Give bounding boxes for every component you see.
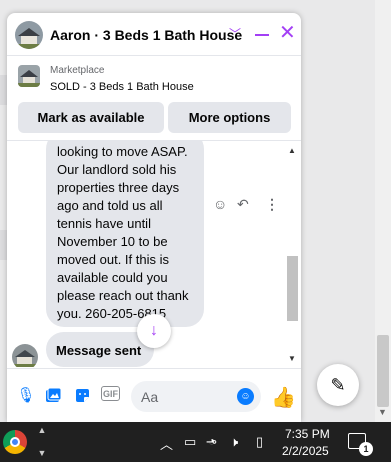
more-options-button[interactable]: More options [168,102,291,133]
listing-thumbnail[interactable] [18,65,40,87]
message-input[interactable]: Aa ☺ [131,381,261,412]
page-scroll-down-icon[interactable]: ▼ [378,407,387,417]
react-icon[interactable]: ☺ [213,196,227,212]
message-line: tennis have until [57,216,151,231]
marketplace-banner: Marketplace SOLD - 3 Beds 1 Bath House M… [7,57,301,139]
taskbar-scroll-up-icon[interactable]: ▲ [36,425,48,435]
speaker-icon[interactable]: 🕨 [230,434,238,450]
message-line: moved out. If this is [57,252,169,267]
close-icon[interactable]: ✕ [279,23,296,43]
chrome-icon[interactable] [3,430,27,454]
message-line: you. 260-205-6815 [57,306,167,321]
minimize-icon[interactable] [255,34,269,36]
clock-date[interactable]: 2/2/2025 [282,444,329,458]
message-bubble[interactable]: looking to move ASAP. Our landlord sold … [46,141,204,327]
marketplace-label: Marketplace [50,65,105,76]
reply-icon[interactable]: ↶ [237,196,249,213]
chat-window: Aaron · 3 Beds 1 Bath House ﹀ ✕ Marketpl… [7,13,301,422]
like-icon[interactable]: 👍 [271,385,296,410]
thread-scrollbar-thumb[interactable] [287,256,298,321]
chat-title[interactable]: Aaron · 3 Beds 1 Bath House [50,27,242,43]
monitor-icon[interactable]: ▭ [184,434,196,450]
message-line: available could you [57,270,168,285]
scroll-down-arrow-icon[interactable]: ▼ [288,354,296,363]
photo-icon[interactable] [44,386,62,404]
sticker-icon[interactable] [73,386,91,404]
message-thread[interactable]: looking to move ASAP. Our landlord sold … [7,140,301,367]
mark-as-available-button[interactable]: Mark as available [18,102,164,133]
chevron-up-icon[interactable]: ︿ [160,434,173,453]
wifi-icon[interactable]: ◔ [208,434,215,448]
scroll-up-icon[interactable]: ▲ [288,146,296,155]
message-line: Our landlord sold his [57,162,177,177]
chevron-down-icon[interactable]: ﹀ [229,25,241,42]
composer: 🎙 GIF Aa ☺ 👍 [7,368,301,422]
new-message-icon[interactable]: ✎ [317,364,359,406]
more-icon[interactable]: ⋮ [265,196,279,213]
notification-badge: 1 [359,442,373,456]
message-line: looking to move ASAP. [57,144,188,159]
message-line: please reach out thank [57,288,189,303]
message-input-placeholder: Aa [141,389,159,405]
background-panel [0,75,7,105]
microphone-icon[interactable]: 🎙 [16,386,35,404]
scroll-down-icon[interactable]: ↓ [137,314,171,348]
page-scrollbar-thumb[interactable] [377,335,389,407]
avatar[interactable] [15,21,43,49]
battery-icon[interactable]: ▯ [256,434,263,450]
message-line: properties three days [57,180,180,195]
clock-time[interactable]: 7:35 PM [285,427,330,441]
background-panel [0,230,7,260]
listing-title[interactable]: SOLD - 3 Beds 1 Bath House [50,81,194,93]
message-line: ago and told us all [57,198,163,213]
recipient-avatar[interactable] [12,344,38,367]
emoji-icon[interactable]: ☺ [237,388,254,405]
chat-header[interactable]: Aaron · 3 Beds 1 Bath House ﹀ ✕ [7,13,301,56]
taskbar-scroll-down-icon[interactable]: ▼ [36,448,48,458]
message-line: November 10 to be [57,234,168,249]
gif-icon[interactable]: GIF [101,386,120,401]
taskbar: ▲ ▼ ︿ ▭ ⊸ ◔ 🕨 ▯ 7:35 PM 2/2/2025 1 [0,422,391,462]
